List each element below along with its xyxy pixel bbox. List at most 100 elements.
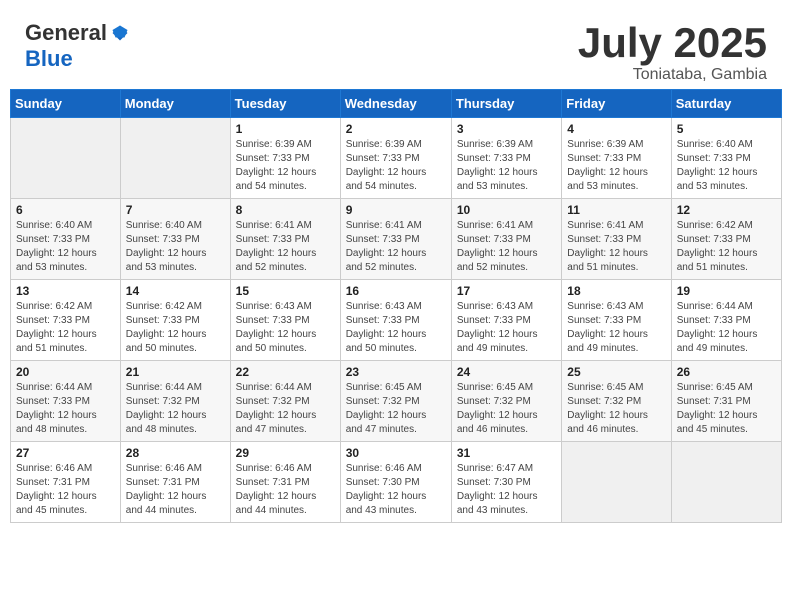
day-number: 8: [236, 203, 335, 217]
day-number: 1: [236, 122, 335, 136]
weekday-header: Friday: [562, 90, 671, 118]
calendar-week-row: 20 Sunrise: 6:44 AMSunset: 7:33 PMDayligh…: [11, 361, 782, 442]
day-info: Sunrise: 6:45 AMSunset: 7:31 PMDaylight:…: [677, 381, 776, 437]
calendar-cell: [671, 442, 781, 523]
calendar-cell: 7Sunrise: 6:40 AMSunset: 7:33 PMDaylight…: [120, 199, 230, 280]
day-number: 29: [236, 446, 335, 460]
day-info: Sunrise: 6:43 AMSunset: 7:33 PMDaylight:…: [346, 300, 446, 356]
calendar-cell: 29 Sunrise: 6:46 AMSunset: 7:31 PMDayligh…: [230, 442, 340, 523]
day-number: 22: [236, 365, 335, 379]
logo-icon: [111, 24, 129, 42]
day-info: Sunrise: 6:41 AMSunset: 7:33 PMDaylight:…: [567, 219, 665, 275]
calendar-cell: 15 Sunrise: 6:43 AMSunset: 7:33 PMDayligh…: [230, 280, 340, 361]
day-number: 31: [457, 446, 556, 460]
calendar-cell: 9 Sunrise: 6:41 AMSunset: 7:33 PMDaylight…: [340, 199, 451, 280]
day-info: Sunrise: 6:39 AMSunset: 7:33 PMDaylight:…: [346, 138, 446, 194]
calendar-cell: 16 Sunrise: 6:43 AMSunset: 7:33 PMDayligh…: [340, 280, 451, 361]
day-number: 12: [677, 203, 776, 217]
day-number: 6: [16, 203, 115, 217]
calendar-cell: 21Sunrise: 6:44 AMSunset: 7:32 PMDayligh…: [120, 361, 230, 442]
day-info: Sunrise: 6:42 AMSunset: 7:33 PMDaylight:…: [16, 300, 115, 356]
day-number: 17: [457, 284, 556, 298]
day-info: Sunrise: 6:44 AMSunset: 7:33 PMDaylight:…: [16, 381, 115, 437]
calendar-cell: 24 Sunrise: 6:45 AMSunset: 7:32 PMDayligh…: [451, 361, 561, 442]
calendar-cell: 19Sunrise: 6:44 AMSunset: 7:33 PMDayligh…: [671, 280, 781, 361]
weekday-header: Thursday: [451, 90, 561, 118]
day-info: Sunrise: 6:41 AMSunset: 7:33 PMDaylight:…: [346, 219, 446, 275]
day-number: 23: [346, 365, 446, 379]
day-info: Sunrise: 6:46 AMSunset: 7:30 PMDaylight:…: [346, 462, 446, 518]
location-title: Toniataba, Gambia: [578, 66, 767, 84]
day-info: Sunrise: 6:42 AMSunset: 7:33 PMDaylight:…: [677, 219, 776, 275]
day-info: Sunrise: 6:45 AMSunset: 7:32 PMDaylight:…: [346, 381, 446, 437]
calendar-table: SundayMondayTuesdayWednesdayThursdayFrid…: [10, 89, 782, 523]
day-number: 20: [16, 365, 115, 379]
logo-blue: Blue: [25, 46, 73, 71]
day-info: Sunrise: 6:46 AMSunset: 7:31 PMDaylight:…: [16, 462, 115, 518]
calendar-cell: 6 Sunrise: 6:40 AMSunset: 7:33 PMDaylight…: [11, 199, 121, 280]
calendar-cell: 14 Sunrise: 6:42 AMSunset: 7:33 PMDayligh…: [120, 280, 230, 361]
day-info: Sunrise: 6:45 AMSunset: 7:32 PMDaylight:…: [567, 381, 665, 437]
weekday-header: Saturday: [671, 90, 781, 118]
day-info: Sunrise: 6:41 AMSunset: 7:33 PMDaylight:…: [236, 219, 335, 275]
day-info: Sunrise: 6:47 AMSunset: 7:30 PMDaylight:…: [457, 462, 556, 518]
day-number: 26: [677, 365, 776, 379]
month-title: July 2025: [578, 20, 767, 66]
day-info: Sunrise: 6:41 AMSunset: 7:33 PMDaylight:…: [457, 219, 556, 275]
calendar-cell: 10 Sunrise: 6:41 AMSunset: 7:33 PMDayligh…: [451, 199, 561, 280]
calendar-cell: 28 Sunrise: 6:46 AMSunset: 7:31 PMDayligh…: [120, 442, 230, 523]
day-number: 19: [677, 284, 776, 298]
logo-general: General: [25, 20, 107, 46]
calendar-cell: 25Sunrise: 6:45 AMSunset: 7:32 PMDayligh…: [562, 361, 671, 442]
calendar-cell: 1 Sunrise: 6:39 AMSunset: 7:33 PMDaylight…: [230, 118, 340, 199]
day-info: Sunrise: 6:46 AMSunset: 7:31 PMDaylight:…: [236, 462, 335, 518]
day-info: Sunrise: 6:40 AMSunset: 7:33 PMDaylight:…: [677, 138, 776, 194]
calendar-cell: 8 Sunrise: 6:41 AMSunset: 7:33 PMDaylight…: [230, 199, 340, 280]
day-info: Sunrise: 6:43 AMSunset: 7:33 PMDaylight:…: [457, 300, 556, 356]
calendar-cell: [120, 118, 230, 199]
day-info: Sunrise: 6:46 AMSunset: 7:31 PMDaylight:…: [126, 462, 225, 518]
calendar-cell: 17 Sunrise: 6:43 AMSunset: 7:33 PMDayligh…: [451, 280, 561, 361]
day-info: Sunrise: 6:40 AMSunset: 7:33 PMDaylight:…: [16, 219, 115, 275]
day-number: 4: [567, 122, 665, 136]
calendar-cell: 4Sunrise: 6:39 AMSunset: 7:33 PMDaylight…: [562, 118, 671, 199]
calendar-cell: [11, 118, 121, 199]
day-number: 3: [457, 122, 556, 136]
calendar-cell: 12 Sunrise: 6:42 AMSunset: 7:33 PMDayligh…: [671, 199, 781, 280]
calendar-cell: 11Sunrise: 6:41 AMSunset: 7:33 PMDayligh…: [562, 199, 671, 280]
weekday-header: Sunday: [11, 90, 121, 118]
calendar-week-row: 13Sunrise: 6:42 AMSunset: 7:33 PMDayligh…: [11, 280, 782, 361]
calendar-week-row: 27 Sunrise: 6:46 AMSunset: 7:31 PMDayligh…: [11, 442, 782, 523]
day-info: Sunrise: 6:42 AMSunset: 7:33 PMDaylight:…: [126, 300, 225, 356]
day-number: 18: [567, 284, 665, 298]
day-number: 30: [346, 446, 446, 460]
weekday-header: Wednesday: [340, 90, 451, 118]
page-header: General Blue July 2025 Toniataba, Gambia: [10, 10, 782, 89]
day-number: 14: [126, 284, 225, 298]
day-info: Sunrise: 6:39 AMSunset: 7:33 PMDaylight:…: [236, 138, 335, 194]
calendar-cell: 31 Sunrise: 6:47 AMSunset: 7:30 PMDayligh…: [451, 442, 561, 523]
day-number: 2: [346, 122, 446, 136]
day-number: 15: [236, 284, 335, 298]
logo: General Blue: [25, 20, 129, 72]
calendar-cell: 5 Sunrise: 6:40 AMSunset: 7:33 PMDaylight…: [671, 118, 781, 199]
calendar-cell: 23 Sunrise: 6:45 AMSunset: 7:32 PMDayligh…: [340, 361, 451, 442]
calendar-cell: 18Sunrise: 6:43 AMSunset: 7:33 PMDayligh…: [562, 280, 671, 361]
day-number: 28: [126, 446, 225, 460]
day-number: 16: [346, 284, 446, 298]
day-number: 10: [457, 203, 556, 217]
weekday-header: Tuesday: [230, 90, 340, 118]
calendar-week-row: 1 Sunrise: 6:39 AMSunset: 7:33 PMDaylight…: [11, 118, 782, 199]
day-number: 21: [126, 365, 225, 379]
day-number: 9: [346, 203, 446, 217]
calendar-cell: 2 Sunrise: 6:39 AMSunset: 7:33 PMDaylight…: [340, 118, 451, 199]
day-info: Sunrise: 6:40 AMSunset: 7:33 PMDaylight:…: [126, 219, 225, 275]
calendar-cell: 22Sunrise: 6:44 AMSunset: 7:32 PMDayligh…: [230, 361, 340, 442]
day-info: Sunrise: 6:43 AMSunset: 7:33 PMDaylight:…: [236, 300, 335, 356]
day-number: 27: [16, 446, 115, 460]
day-info: Sunrise: 6:45 AMSunset: 7:32 PMDaylight:…: [457, 381, 556, 437]
day-number: 24: [457, 365, 556, 379]
weekday-header: Monday: [120, 90, 230, 118]
day-number: 5: [677, 122, 776, 136]
calendar-cell: 13Sunrise: 6:42 AMSunset: 7:33 PMDayligh…: [11, 280, 121, 361]
